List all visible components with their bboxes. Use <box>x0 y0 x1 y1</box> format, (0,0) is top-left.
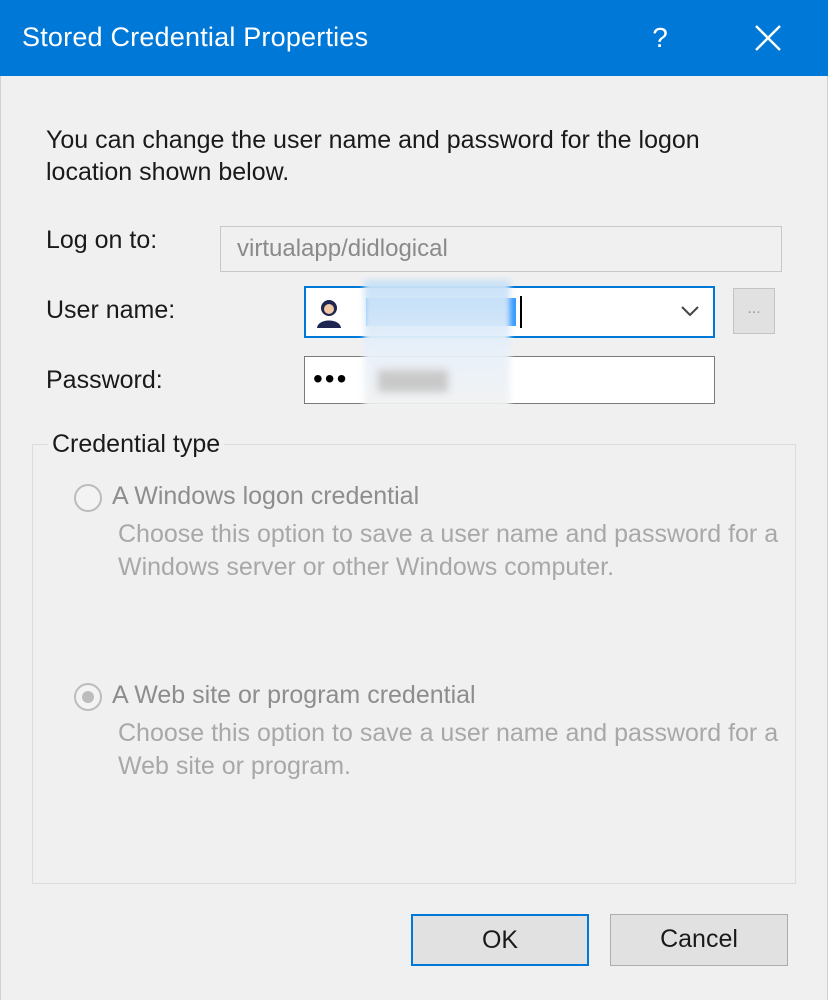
password-label: Password: <box>46 366 163 394</box>
title-bar: Stored Credential Properties ? <box>0 0 828 76</box>
user-avatar-icon <box>317 300 341 328</box>
browse-button[interactable]: ... <box>733 288 775 334</box>
logon-field: virtualapp/didlogical <box>220 226 782 272</box>
logon-label: Log on to: <box>46 226 158 254</box>
text-caret <box>520 296 522 328</box>
close-button[interactable] <box>742 14 794 62</box>
windows-credential-description: Choose this option to save a user name a… <box>118 520 779 581</box>
user-name-label: User name: <box>46 296 176 324</box>
windows-credential-label[interactable]: A Windows logon credential <box>112 482 419 511</box>
help-button[interactable]: ? <box>636 14 684 62</box>
web-credential-description: Choose this option to save a user name a… <box>118 719 779 780</box>
intro-text: You can change the user name and passwor… <box>46 126 700 186</box>
redaction-blur-password <box>378 370 448 392</box>
windows-credential-radio[interactable] <box>74 484 102 512</box>
radio-selected-dot <box>82 691 94 703</box>
chevron-down-icon[interactable] <box>680 304 700 318</box>
window-title: Stored Credential Properties <box>22 22 369 52</box>
ok-button[interactable]: OK <box>411 914 589 966</box>
password-value: ••• <box>313 363 349 394</box>
web-credential-radio[interactable] <box>74 683 102 711</box>
credential-type-legend: Credential type <box>48 430 225 459</box>
web-credential-label[interactable]: A Web site or program credential <box>112 681 476 710</box>
cancel-button[interactable]: Cancel <box>610 914 788 966</box>
close-icon <box>755 25 781 51</box>
